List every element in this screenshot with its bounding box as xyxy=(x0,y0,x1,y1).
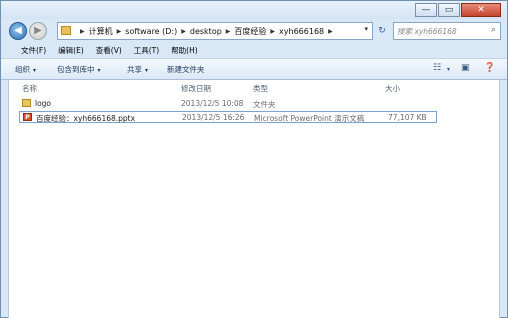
breadcrumb-separator-icon[interactable]: ▶ xyxy=(181,28,186,35)
menu-view[interactable]: 查看(V) xyxy=(96,45,122,56)
breadcrumb-baidu-jingyan[interactable]: 百度经验 xyxy=(234,26,266,37)
file-modified: 2013/12/5 10:08 xyxy=(181,99,244,108)
breadcrumb-separator-icon[interactable]: ▶ xyxy=(117,28,122,35)
breadcrumb-separator-icon[interactable]: ▶ xyxy=(328,28,333,35)
explorer-window: — ▭ ✕ ◀ ▶ ▶ 计算机 ▶ software (D:) ▶ deskto… xyxy=(0,0,508,318)
back-arrow-icon: ◀ xyxy=(14,25,22,36)
breadcrumb-software-d[interactable]: software (D:) xyxy=(125,27,177,36)
minimize-button[interactable]: — xyxy=(415,3,437,17)
menu-bar: 文件(F) 编辑(E) 查看(V) 工具(T) 帮助(H) xyxy=(1,43,507,57)
menu-edit[interactable]: 编辑(E) xyxy=(58,45,84,56)
file-list-pane: 名称 修改日期 类型 大小 logo 2013/12/5 10:08 文件夹 P… xyxy=(8,80,500,318)
organize-button[interactable]: 组织 ▾ xyxy=(15,64,36,75)
refresh-icon[interactable]: ↻ xyxy=(375,22,389,40)
window-controls: — ▭ ✕ xyxy=(414,3,501,17)
menu-tools[interactable]: 工具(T) xyxy=(134,45,159,56)
search-box[interactable]: ⌕ xyxy=(393,22,501,40)
column-header-modified[interactable]: 修改日期 xyxy=(181,83,211,94)
folder-icon xyxy=(61,26,71,35)
pptx-file-icon: P xyxy=(23,113,32,121)
breadcrumb-separator-icon[interactable]: ▶ xyxy=(80,28,85,35)
include-in-library-label: 包含到库中 xyxy=(57,65,95,74)
new-folder-button[interactable]: 新建文件夹 xyxy=(167,64,205,75)
view-options-dropdown-icon[interactable]: ▾ xyxy=(447,66,450,73)
organize-label: 组织 xyxy=(15,65,30,74)
change-view-icon[interactable]: ☷ xyxy=(433,63,441,73)
file-name: logo xyxy=(35,99,52,108)
help-icon[interactable]: ❓ xyxy=(484,63,495,73)
file-name: 百度经验：xyh666168.pptx xyxy=(36,114,136,123)
navigation-bar: ◀ ▶ ▶ 计算机 ▶ software (D:) ▶ desktop ▶ 百度… xyxy=(1,19,507,43)
breadcrumb-separator-icon[interactable]: ▶ xyxy=(270,28,275,35)
breadcrumb-computer[interactable]: 计算机 xyxy=(89,26,113,37)
address-history-dropdown-icon[interactable]: ▾ xyxy=(364,25,368,33)
column-header-name[interactable]: 名称 xyxy=(22,83,37,94)
caret-down-icon: ▾ xyxy=(145,67,149,74)
close-button[interactable]: ✕ xyxy=(461,3,501,17)
include-in-library-button[interactable]: 包含到库中 ▾ xyxy=(57,64,101,75)
address-bar[interactable]: ▶ 计算机 ▶ software (D:) ▶ desktop ▶ 百度经验 ▶… xyxy=(57,22,373,40)
column-header-size[interactable]: 大小 xyxy=(385,83,400,94)
back-button[interactable]: ◀ xyxy=(9,22,27,40)
folder-icon xyxy=(22,99,31,107)
forward-arrow-icon: ▶ xyxy=(34,25,42,36)
title-bar: — ▭ ✕ xyxy=(1,1,507,19)
file-modified: 2013/12/5 16:26 xyxy=(182,113,245,122)
file-type: 文件夹 xyxy=(253,100,276,109)
command-toolbar: 组织 ▾ 包含到库中 ▾ 共享 ▾ 新建文件夹 ☷ ▾ ▣ ❓ xyxy=(1,58,507,80)
search-icon[interactable]: ⌕ xyxy=(491,25,496,35)
breadcrumb-separator-icon[interactable]: ▶ xyxy=(226,28,231,35)
breadcrumb-xyh666168[interactable]: xyh666168 xyxy=(279,27,324,36)
caret-down-icon: ▾ xyxy=(97,67,101,74)
file-size: 77,107 KB xyxy=(388,113,427,122)
column-header-type[interactable]: 类型 xyxy=(253,83,268,94)
file-type: Microsoft PowerPoint 演示文稿 xyxy=(254,114,365,123)
menu-help[interactable]: 帮助(H) xyxy=(171,45,198,56)
maximize-button[interactable]: ▭ xyxy=(438,3,460,17)
share-button[interactable]: 共享 ▾ xyxy=(127,64,148,75)
forward-button[interactable]: ▶ xyxy=(29,22,47,40)
caret-down-icon: ▾ xyxy=(33,67,37,74)
file-row[interactable]: logo 2013/12/5 10:08 文件夹 xyxy=(19,98,437,110)
search-input[interactable] xyxy=(397,24,485,38)
share-label: 共享 xyxy=(127,65,142,74)
menu-file[interactable]: 文件(F) xyxy=(21,45,46,56)
file-row[interactable]: P 百度经验：xyh666168.pptx 2013/12/5 16:26 Mi… xyxy=(19,111,437,123)
breadcrumb-desktop[interactable]: desktop xyxy=(190,27,222,36)
breadcrumb: ▶ 计算机 ▶ software (D:) ▶ desktop ▶ 百度经验 ▶… xyxy=(76,23,337,39)
preview-pane-icon[interactable]: ▣ xyxy=(461,63,470,73)
